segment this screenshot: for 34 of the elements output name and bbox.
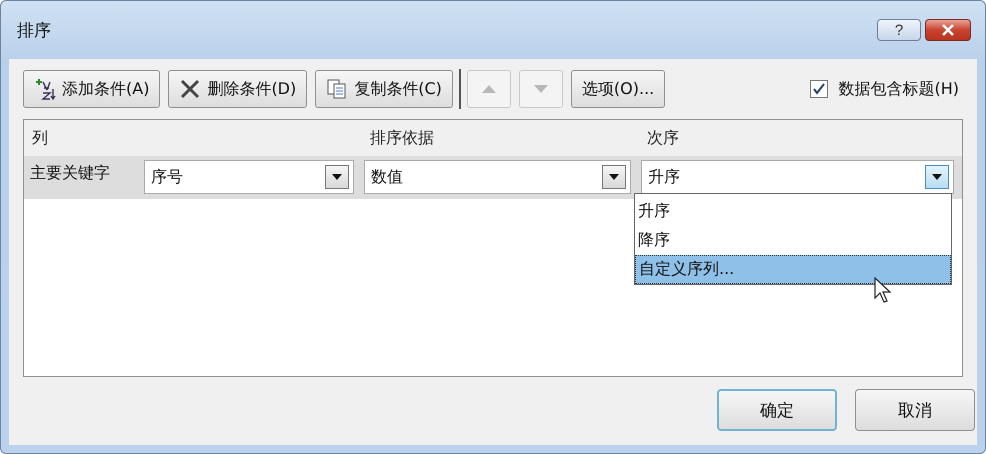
ok-button[interactable]: 确定 <box>717 389 837 431</box>
checkbox-label: 数据包含标题(H) <box>838 78 959 100</box>
column-combo[interactable]: 序号 <box>144 160 354 194</box>
caret-icon <box>332 174 342 180</box>
dropdown-option[interactable]: 降序 <box>635 226 951 255</box>
toolbar-button[interactable]: 删除条件(D) <box>168 70 308 108</box>
cancel-button[interactable]: 取消 <box>855 389 975 431</box>
checkbox[interactable] <box>810 80 828 98</box>
toolbar-button[interactable]: 添加条件(A) <box>23 70 160 108</box>
dropdown-button[interactable] <box>925 165 949 189</box>
dropdown-button[interactable] <box>602 165 626 189</box>
toolbar-button[interactable]: 选项(O)... <box>570 70 666 108</box>
close-button[interactable] <box>925 19 971 41</box>
sort-on-combo[interactable]: 数值 <box>364 160 631 194</box>
checkmark-icon <box>813 83 826 95</box>
order-combo[interactable]: 升序 <box>641 160 954 194</box>
row-label: 主要关键字 <box>29 162 111 184</box>
column-header: 排序依据 <box>369 126 435 148</box>
column-header: 列 <box>31 126 49 148</box>
close-icon <box>942 24 954 36</box>
copy-icon <box>326 78 348 100</box>
column-header: 次序 <box>646 126 680 148</box>
caret-icon <box>609 174 619 180</box>
window-title: 排序 <box>17 20 51 42</box>
up-arrow-icon <box>482 85 496 93</box>
caret-icon <box>932 174 942 180</box>
help-button[interactable]: ? <box>877 19 921 41</box>
dropdown-button[interactable] <box>325 165 349 189</box>
delete-x-icon <box>179 78 202 100</box>
add-sort-icon <box>34 77 56 101</box>
toolbar-button[interactable]: 复制条件(C) <box>315 70 453 108</box>
dropdown-option[interactable]: 自定义序列... <box>635 255 951 284</box>
dropdown-option[interactable]: 升序 <box>635 197 951 226</box>
down-arrow-icon <box>534 85 548 93</box>
